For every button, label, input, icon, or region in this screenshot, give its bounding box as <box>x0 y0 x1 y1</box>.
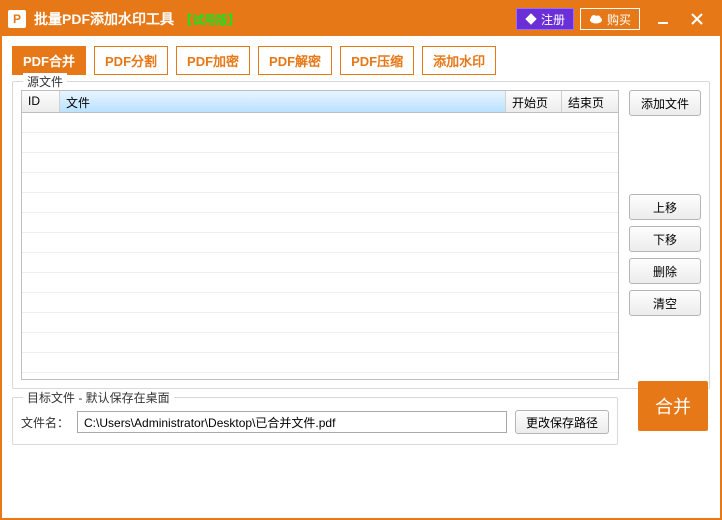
window-title: 批量PDF添加水印工具 <box>34 9 174 29</box>
filename-input[interactable] <box>77 411 507 433</box>
tab-pdf-encrypt[interactable]: PDF加密 <box>176 46 250 75</box>
table-row[interactable] <box>22 213 618 233</box>
col-start[interactable]: 开始页 <box>506 91 562 112</box>
table-row[interactable] <box>22 193 618 213</box>
tab-bar: PDF合并 PDF分割 PDF加密 PDF解密 PDF压缩 添加水印 <box>2 36 720 81</box>
table-row[interactable] <box>22 113 618 133</box>
table-row[interactable] <box>22 153 618 173</box>
buy-button[interactable]: 购买 <box>580 8 640 30</box>
table-row[interactable] <box>22 313 618 333</box>
app-icon: P <box>8 10 26 28</box>
bottom-area: 目标文件 - 默认保存在桌面 文件名： 更改保存路径 合并 <box>2 397 720 445</box>
move-up-button[interactable]: 上移 <box>629 194 701 220</box>
filename-label: 文件名： <box>21 414 69 431</box>
table-row[interactable] <box>22 273 618 293</box>
register-label: 注册 <box>541 11 565 28</box>
title-bar: P 批量PDF添加水印工具 【试用版】 注册 购买 <box>2 2 720 36</box>
table-row[interactable] <box>22 233 618 253</box>
tab-add-watermark[interactable]: 添加水印 <box>422 46 496 75</box>
tab-pdf-compress[interactable]: PDF压缩 <box>340 46 414 75</box>
source-file-table[interactable]: ID 文件 开始页 结束页 <box>21 90 619 380</box>
merge-button[interactable]: 合并 <box>638 381 708 431</box>
diamond-icon <box>525 13 537 25</box>
table-row[interactable] <box>22 353 618 373</box>
minimize-icon <box>657 13 669 25</box>
move-down-button[interactable]: 下移 <box>629 226 701 252</box>
table-header: ID 文件 开始页 结束页 <box>22 91 618 113</box>
delete-button[interactable]: 删除 <box>629 258 701 284</box>
source-files-group: 源文件 ID 文件 开始页 结束页 <box>12 81 710 389</box>
clear-button[interactable]: 清空 <box>629 290 701 316</box>
add-file-button[interactable]: 添加文件 <box>629 90 701 116</box>
table-row[interactable] <box>22 133 618 153</box>
close-button[interactable] <box>680 2 714 36</box>
target-file-group: 目标文件 - 默认保存在桌面 文件名： 更改保存路径 <box>12 397 618 445</box>
minimize-button[interactable] <box>646 2 680 36</box>
tab-pdf-decrypt[interactable]: PDF解密 <box>258 46 332 75</box>
trial-tag: 【试用版】 <box>180 11 240 28</box>
col-end[interactable]: 结束页 <box>562 91 618 112</box>
table-row[interactable] <box>22 293 618 313</box>
table-row[interactable] <box>22 333 618 353</box>
side-button-panel: 添加文件 上移 下移 删除 清空 <box>629 90 701 380</box>
col-id[interactable]: ID <box>22 91 60 112</box>
tab-pdf-merge[interactable]: PDF合并 <box>12 46 86 75</box>
change-path-button[interactable]: 更改保存路径 <box>515 410 609 434</box>
table-row[interactable] <box>22 253 618 273</box>
register-button[interactable]: 注册 <box>516 8 574 30</box>
close-icon <box>691 13 703 25</box>
cloud-icon <box>589 14 603 24</box>
col-file[interactable]: 文件 <box>60 91 506 112</box>
table-body <box>22 113 618 379</box>
target-group-label: 目标文件 - 默认保存在桌面 <box>23 389 174 406</box>
source-group-label: 源文件 <box>23 73 67 90</box>
tab-pdf-split[interactable]: PDF分割 <box>94 46 168 75</box>
table-row[interactable] <box>22 173 618 193</box>
buy-label: 购买 <box>607 11 631 28</box>
app-window: P 批量PDF添加水印工具 【试用版】 注册 购买 PDF合并 PDF分割 PD… <box>0 0 722 520</box>
